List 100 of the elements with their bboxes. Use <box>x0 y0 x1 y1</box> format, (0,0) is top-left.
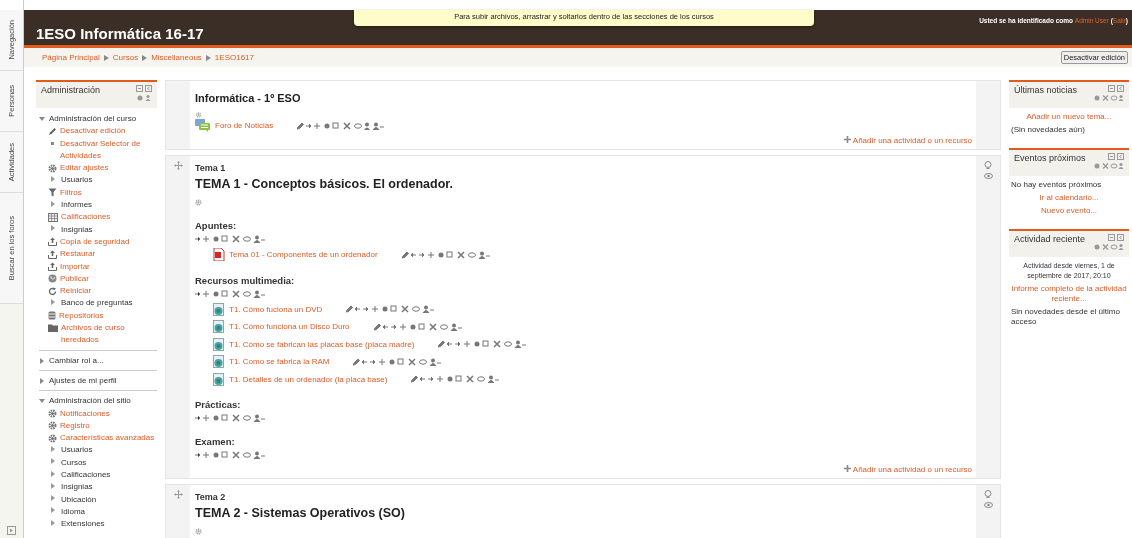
tree-item[interactable]: Idioma <box>61 505 85 519</box>
block-title: Actividad reciente <box>1014 234 1086 246</box>
activity-link[interactable]: Tema 01 - Componentes de un ordenador <box>229 250 378 260</box>
edit-icons-drawing[interactable] <box>401 250 492 259</box>
edit-icons-drawing[interactable] <box>195 235 267 243</box>
tree-item[interactable]: Insignias <box>61 481 93 494</box>
lightbulb-icon[interactable] <box>984 161 992 170</box>
collapsed-arrow-icon[interactable] <box>50 176 56 182</box>
collapsed-arrow-icon[interactable] <box>50 298 56 305</box>
block-title: Eventos próximos <box>1014 153 1086 165</box>
tree-item[interactable]: Administración del curso <box>49 113 137 126</box>
tree-item[interactable]: Ajustes de mi perfil <box>49 374 117 388</box>
tree-item[interactable]: Banco de preguntas <box>61 297 133 310</box>
tree-item[interactable]: Características avanzadas <box>60 432 155 445</box>
tree-item[interactable]: Archivos de curso heredados <box>61 322 157 347</box>
tree-item[interactable]: Restaurar <box>60 248 96 261</box>
collapsed-arrow-icon[interactable] <box>50 200 56 207</box>
block-title: Últimas noticias <box>1014 85 1078 97</box>
add-activity-link[interactable]: Añadir una actividad o un recurso <box>844 465 972 474</box>
refresh-icon <box>48 286 57 296</box>
gear-icon[interactable] <box>195 528 202 535</box>
block-link[interactable]: Informe completo de la actividad reciente... <box>1011 284 1127 304</box>
collapsed-arrow-icon[interactable] <box>50 495 56 502</box>
activity-link[interactable]: T1. Cómo fuciona un DVD <box>229 304 323 314</box>
collapsed-arrow-icon[interactable] <box>50 445 56 452</box>
expanded-arrow-icon[interactable] <box>39 116 45 123</box>
move-icon[interactable] <box>173 490 183 499</box>
tree-item[interactable]: Calificaciones <box>61 469 111 482</box>
edit-icons-drawing[interactable] <box>353 357 444 366</box>
breadcrumb-link[interactable]: 1ESO1617 <box>214 53 254 62</box>
block-controls-drawing[interactable] <box>136 85 154 103</box>
collapsed-arrow-icon[interactable] <box>50 225 56 232</box>
tree-item[interactable]: Desactivar Selector de Actividades <box>60 137 157 163</box>
activity-link[interactable]: Foro de Noticias <box>215 121 274 130</box>
tree-item[interactable]: Usuarios <box>61 444 93 457</box>
lightbulb-icon[interactable] <box>984 490 992 499</box>
collapsed-arrow-icon[interactable] <box>50 519 56 526</box>
tree-item[interactable]: Filtros <box>60 186 82 200</box>
media-icon <box>213 355 225 369</box>
collapsed-arrow-icon[interactable] <box>50 458 56 465</box>
breadcrumb-link[interactable]: Página Principal <box>42 53 100 62</box>
dock-icon[interactable] <box>7 526 16 535</box>
subsection-heading: Examen: <box>195 436 235 447</box>
block-text: (Sin novedades aún) <box>1011 125 1086 135</box>
tree-item[interactable]: Extensiones <box>61 518 105 531</box>
collapsed-arrow-icon[interactable] <box>50 470 56 477</box>
activity-link[interactable]: T1. Detalles de un ordenador (la placa base) <box>229 374 388 384</box>
tree-item[interactable]: Usuarios <box>61 174 93 187</box>
media-icon <box>213 372 225 386</box>
edit-icons-drawing[interactable] <box>373 322 464 331</box>
activity-link[interactable]: T1. Cómo funciona un Disco Duro <box>229 322 350 332</box>
edit-icons-drawing[interactable] <box>195 451 267 459</box>
edit-icons-drawing[interactable] <box>195 414 267 422</box>
table-icon <box>48 212 58 222</box>
tree-item[interactable]: Ubicación <box>61 493 97 506</box>
tree-item[interactable]: Reiniciar <box>60 285 92 298</box>
pdf-icon <box>213 248 225 262</box>
activity-link[interactable]: T1. Como se fabrica la RAM <box>229 357 330 367</box>
breadcrumb-link[interactable]: Miscellaneous <box>151 53 202 62</box>
collapsed-arrow-icon[interactable] <box>39 378 45 385</box>
database-icon <box>48 311 56 321</box>
tree-item[interactable]: Informes <box>61 199 93 212</box>
gear-icon[interactable] <box>195 199 202 206</box>
globe-icon <box>48 274 57 284</box>
activity-link[interactable]: T1. Cómo se fabrican las placas base (placa madre) <box>229 339 415 349</box>
gear-icon <box>48 163 57 173</box>
block-link[interactable]: Ir al calendario... <box>1011 193 1127 203</box>
block-link[interactable]: Añadir un nuevo tema... <box>1011 112 1127 122</box>
block-link[interactable]: Nuevo evento... <box>1011 206 1127 216</box>
section-label: Tema 1 <box>195 163 226 173</box>
collapsed-arrow-icon[interactable] <box>50 507 56 514</box>
tree-item[interactable]: Desactivar edición <box>60 125 126 138</box>
tree-item[interactable]: Importar <box>60 260 90 273</box>
tree-item[interactable]: Calificaciones <box>61 211 111 224</box>
upload-icon <box>48 249 57 259</box>
tree-item[interactable]: Administración del sitio <box>49 395 131 408</box>
tree-item[interactable]: Publicar <box>60 272 89 286</box>
tree-item[interactable]: Insignias <box>61 223 93 236</box>
tree-item[interactable]: Editar ajustes <box>60 162 109 175</box>
tree-item[interactable]: Copia de seguridad <box>60 235 130 249</box>
eye-icon[interactable] <box>983 502 993 508</box>
tree-item[interactable]: Notificaciones <box>60 407 110 420</box>
eye-icon[interactable] <box>983 173 993 179</box>
collapsed-arrow-icon[interactable] <box>50 482 56 489</box>
tree-item[interactable]: Cambiar rol a... <box>49 354 104 367</box>
edit-icons-drawing[interactable] <box>438 340 529 349</box>
collapsed-arrow-icon[interactable] <box>39 357 45 364</box>
tree-item[interactable]: Repositorios <box>59 309 104 323</box>
breadcrumb-link[interactable]: Cursos <box>112 53 139 62</box>
expanded-arrow-icon[interactable] <box>39 398 45 405</box>
section-title: TEMA 1 - Conceptos básicos. El ordenador. <box>195 177 453 191</box>
section-title: TEMA 2 - Sistemas Operativos (SO) <box>195 506 405 520</box>
tree-item[interactable]: Registro <box>60 419 90 433</box>
tree-item[interactable]: Cursos <box>61 456 87 469</box>
add-activity-link[interactable]: Añadir una actividad o un recurso <box>844 136 972 145</box>
edit-icons-drawing[interactable] <box>411 375 502 384</box>
move-icon[interactable] <box>173 161 183 170</box>
edit-icons-drawing[interactable] <box>346 305 437 314</box>
edit-icons-drawing[interactable] <box>195 289 267 298</box>
gear-icon[interactable] <box>195 112 202 118</box>
